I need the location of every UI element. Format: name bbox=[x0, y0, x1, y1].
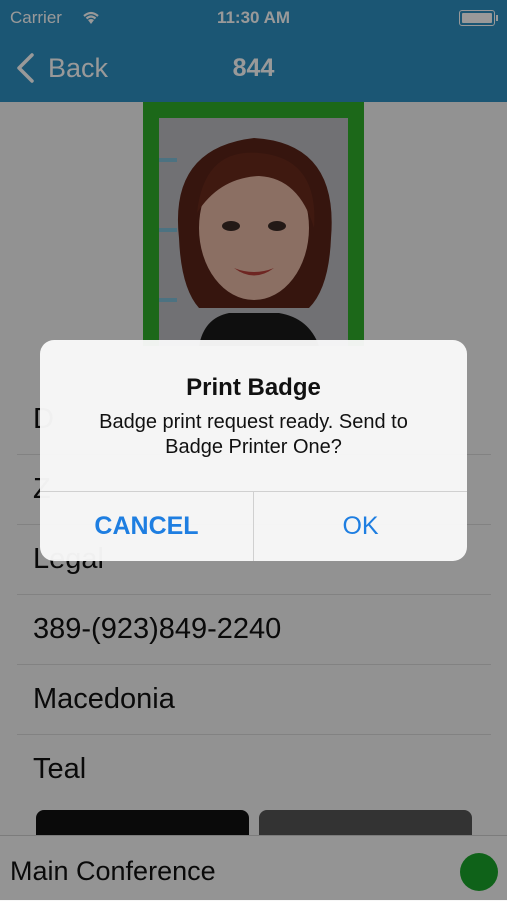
alert-message: Badge print request ready. Send to Badge… bbox=[99, 411, 408, 458]
ok-button[interactable]: OK bbox=[254, 492, 467, 561]
print-badge-alert: Print Badge Badge print request ready. S… bbox=[40, 340, 467, 561]
alert-title: Print Badge bbox=[186, 374, 321, 401]
cancel-button[interactable]: CANCEL bbox=[40, 492, 253, 561]
